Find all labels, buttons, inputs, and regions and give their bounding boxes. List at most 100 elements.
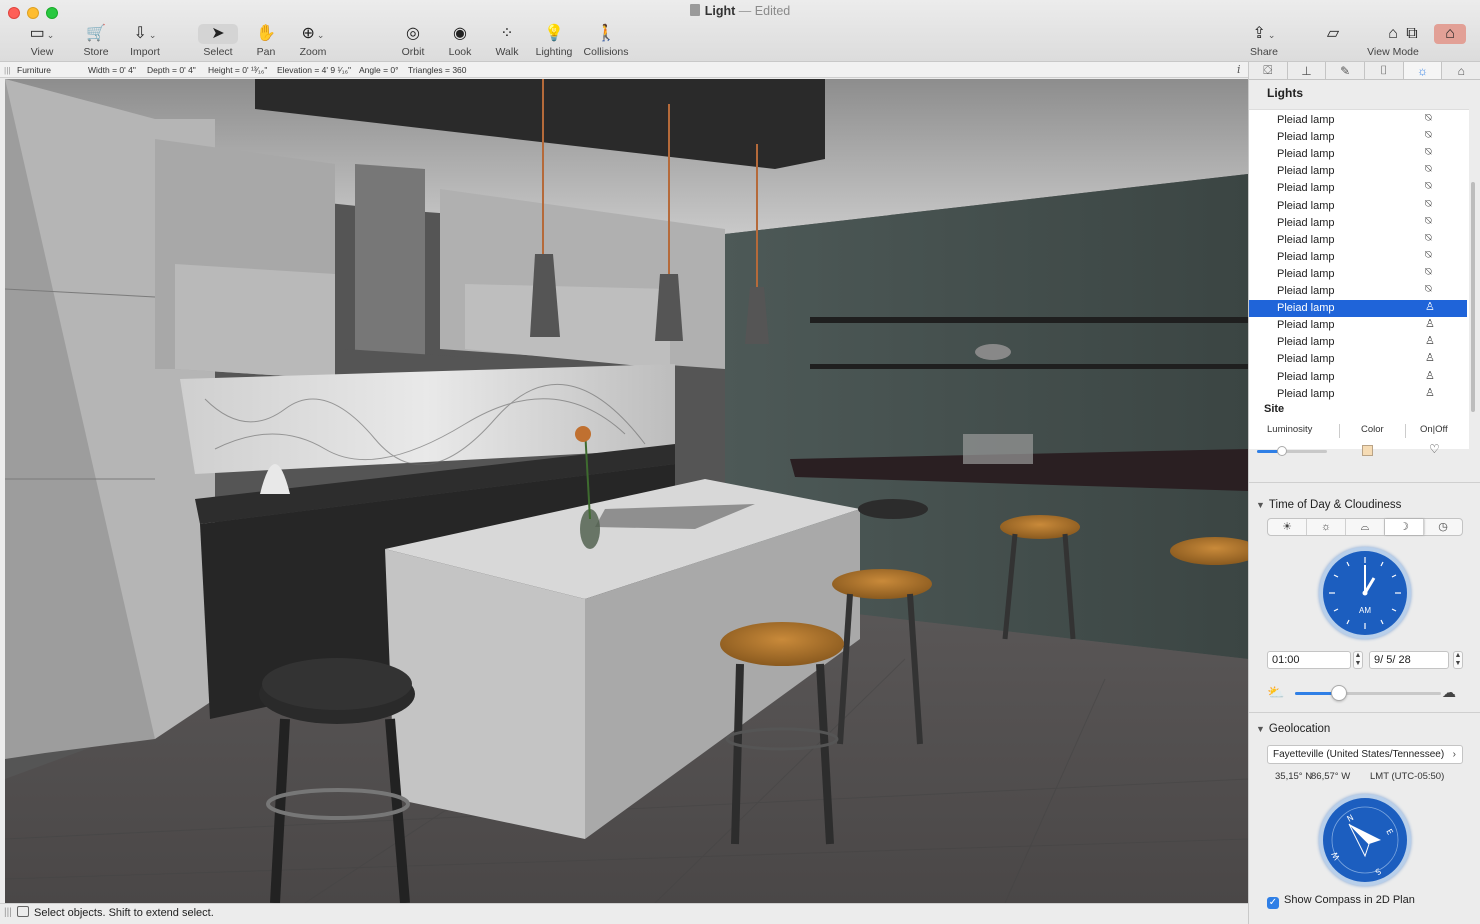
sun-cloud-icon: ⛅ [1267,684,1285,700]
time-of-day-clock[interactable]: AM [1319,547,1411,639]
light-name: Pleiad lamp [1277,165,1335,178]
light-off-icon[interactable]: ⍉ [1425,163,1432,176]
light-off-icon[interactable]: ⍉ [1425,112,1432,125]
light-list-item[interactable]: Pleiad lamp ♙ [1249,369,1467,386]
tab-building[interactable]: ⌂ [1442,62,1480,79]
plan-view-button[interactable]: ▱ [1303,24,1363,44]
preset-noon-button[interactable]: ☼ [1307,519,1346,535]
light-off-icon[interactable]: ⍉ [1425,215,1432,228]
light-on-icon[interactable]: ♙ [1425,351,1435,364]
light-name: Pleiad lamp [1277,285,1335,297]
light-off-icon[interactable]: ⍉ [1425,266,1432,279]
preset-sunset-button[interactable]: ⌓ [1346,519,1385,535]
cloudiness-slider[interactable] [1295,685,1441,701]
date-stepper[interactable]: ▲ ▼ [1453,651,1463,669]
camera-tab-icon: ⌷ [1380,63,1388,77]
show-compass-checkbox-row[interactable]: ✓ Show Compass in 2D Plan [1267,894,1415,909]
toolbar-view-button[interactable]: ▭ ⌄ View [12,24,72,58]
light-off-icon[interactable]: ⍉ [1425,198,1432,211]
timezone-value: LMT (UTC-05:50) [1370,771,1445,782]
aerial-view-button[interactable]: ⌂ [1420,24,1480,44]
light-list-item[interactable]: Pleiad lamp ♙ [1249,351,1467,368]
light-on-icon[interactable]: ♙ [1425,334,1435,347]
date-field[interactable]: 9/ 5/ 28 [1369,651,1449,669]
light-list-item[interactable]: Pleiad lamp ⍉ [1249,163,1467,180]
luminosity-slider-knob[interactable] [1276,446,1287,456]
compass-dial[interactable]: N E S W [1319,794,1411,886]
info-icon[interactable]: i [1237,63,1241,76]
statusbar-grip-icon[interactable]: ||| [4,907,12,918]
light-color-swatch[interactable] [1362,445,1373,456]
toolbar-zoom-button[interactable]: ⊕ ⌄ Zoom [283,24,343,58]
light-list-item[interactable]: Pleiad lamp ⍉ [1249,283,1467,300]
light-on-icon[interactable]: ♙ [1425,369,1435,382]
preset-night-button[interactable]: ☽ [1385,519,1424,535]
sunrise-icon: ☀ [1282,521,1292,533]
tab-materials[interactable]: ⊥ [1288,62,1327,79]
toolbar-collisions-button[interactable]: 🚶 Collisions [576,24,636,58]
light-on-icon[interactable]: ♙ [1425,317,1435,330]
pencil-tab-icon: ✎ [1340,63,1351,78]
cloudiness-slider-knob[interactable] [1330,685,1347,701]
time-section-header[interactable]: ▼ Time of Day & Cloudiness [1256,499,1401,511]
3d-viewport[interactable] [5,79,1248,903]
light-list-item[interactable]: Pleiad lamp ⍉ [1249,249,1467,266]
toolbar-view-mode-label: View Mode [1367,46,1419,58]
light-on-icon[interactable]: ♙ [1425,300,1435,313]
light-list-item[interactable]: Pleiad lamp ♙ [1249,300,1467,318]
light-off-icon[interactable]: ⍉ [1425,129,1432,142]
show-compass-checkbox[interactable]: ✓ [1267,897,1279,909]
light-off-icon[interactable]: ⍉ [1425,232,1432,245]
light-list-item[interactable]: Pleiad lamp ♙ [1249,317,1467,334]
preset-custom-button[interactable]: ◷ [1424,519,1462,535]
light-list-item[interactable]: Pleiad lamp ⍉ [1249,232,1467,249]
furniture-tab-icon: ⛋ [1263,63,1273,77]
light-list-item[interactable]: Pleiad lamp ⍉ [1249,129,1467,146]
light-off-icon[interactable]: ⍉ [1425,283,1432,296]
light-off-icon[interactable]: ⍉ [1425,249,1432,262]
light-name: Pleiad lamp [1277,370,1335,383]
light-list-item[interactable]: Pleiad lamp ⍉ [1249,266,1467,283]
luminosity-slider[interactable] [1257,446,1327,456]
svg-text:W: W [1330,850,1342,861]
onoff-bulb-icon[interactable]: ♡ [1429,442,1440,456]
light-name: Pleiad lamp [1277,319,1335,332]
time-stepper[interactable]: ▲ ▼ [1353,651,1363,669]
light-list-item[interactable]: Pleiad lamp ⍉ [1249,112,1467,129]
toolbar-share-button[interactable]: ⇪ ⌄ Share [1234,24,1294,58]
light-list-item[interactable]: Pleiad lamp ⍉ [1249,215,1467,232]
chevron-down-icon: ⌄ [148,30,157,40]
light-off-icon[interactable]: ⍉ [1425,146,1432,159]
infobar-grip-icon[interactable]: ||| [4,65,11,75]
lights-scrollbar[interactable] [1471,182,1475,412]
location-selector[interactable]: Fayetteville (United States/Tennessee) › [1267,745,1463,764]
time-field[interactable]: 01:00 [1267,651,1351,669]
tab-camera[interactable]: ⌷ [1365,62,1404,79]
kitchen-3d-render [5,79,1248,903]
zoom-icon: ⊕ ⌄ [301,25,325,42]
tab-lights[interactable]: ☼ [1403,62,1443,79]
toolbar-lighting-button[interactable]: 💡 Lighting [524,24,584,58]
light-name: Pleiad lamp [1277,216,1335,229]
toolbar-import-button[interactable]: ⇩ ⌄ Import [115,24,175,58]
light-list-item[interactable]: Pleiad lamp ⍉ [1249,146,1467,163]
preset-sunrise-button[interactable]: ☀ [1268,519,1307,535]
toolbar-share-label: Share [1249,46,1279,58]
light-list-item[interactable]: Pleiad lamp ♙ [1249,386,1467,403]
info-width: Width = 0' 4" [88,65,136,75]
light-on-icon[interactable]: ♙ [1425,386,1435,399]
light-list-item[interactable]: Pleiad lamp ⍉ [1249,198,1467,215]
light-list-item[interactable]: Pleiad lamp ♙ [1249,334,1467,351]
light-list-item[interactable]: Pleiad lamp ⍉ [1249,180,1467,197]
status-text: Select objects. Shift to extend select. [34,907,214,919]
building-tab-icon: ⌂ [1457,63,1465,78]
geolocation-section-title: Geolocation [1268,723,1331,735]
view-icon: ▭ ⌄ [29,25,55,42]
geolocation-section-header[interactable]: ▼ Geolocation [1256,723,1330,735]
time-section-title: Time of Day & Cloudiness [1268,499,1402,511]
tab-furniture[interactable]: ⛋ [1249,62,1288,79]
light-off-icon[interactable]: ⍉ [1425,180,1432,193]
tab-edit[interactable]: ✎ [1326,62,1366,79]
lights-list[interactable]: Pleiad lamp ⍉ Pleiad lamp ⍉ Pleiad lamp ⍉ Plei… [1249,109,1469,449]
window-title: Light — Edited [0,4,1480,18]
